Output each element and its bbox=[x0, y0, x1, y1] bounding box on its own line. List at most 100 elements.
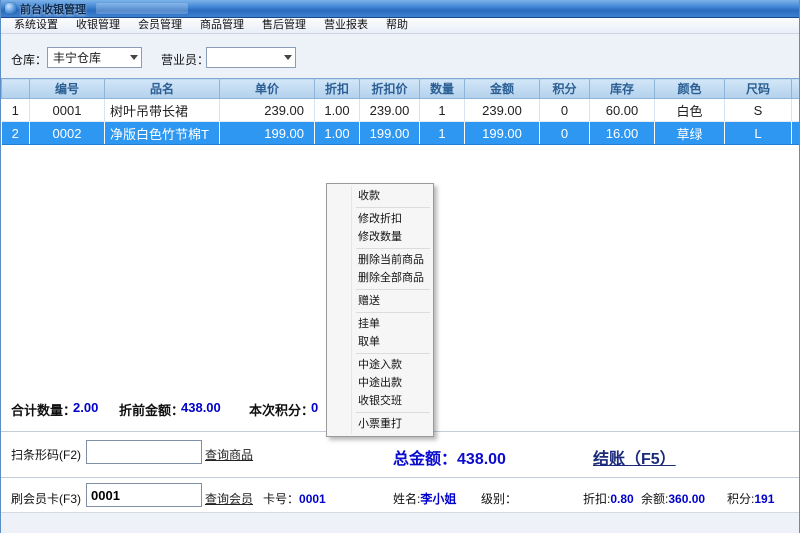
col-stock[interactable]: 库存 bbox=[590, 79, 655, 99]
menu-item-retrieve-order[interactable]: 取单 bbox=[328, 333, 432, 351]
table-row[interactable]: 1 0001 树叶吊带长裙 239.00 1.00 239.00 1 239.0… bbox=[2, 99, 800, 122]
total-qty-label: 合计数量： bbox=[11, 400, 76, 419]
menu-item-receive-payment[interactable]: 收款 bbox=[328, 187, 432, 205]
col-rownum[interactable] bbox=[2, 79, 30, 99]
menu-item-shift-change[interactable]: 收银交班 bbox=[328, 392, 432, 410]
col-code[interactable]: 编号 bbox=[30, 79, 105, 99]
menu-item-cash-in[interactable]: 中途入款 bbox=[328, 356, 432, 374]
menu-item-reprint-receipt[interactable]: 小票重打 bbox=[328, 415, 432, 433]
col-points[interactable]: 积分 bbox=[540, 79, 590, 99]
card-no-label: 卡号： bbox=[263, 492, 299, 506]
clerk-label: 营业员： bbox=[161, 51, 209, 68]
cell-code: 0002 bbox=[30, 122, 105, 145]
menu-separator bbox=[356, 207, 430, 208]
menu-product-management[interactable]: 商品管理 bbox=[191, 18, 253, 33]
member-balance-value: 360.00 bbox=[668, 492, 705, 506]
grand-total-value: 438.00 bbox=[457, 451, 506, 468]
menu-item-delete-all-products[interactable]: 删除全部商品 bbox=[328, 269, 432, 287]
context-menu: 收款 修改折扣 修改数量 删除当前商品 删除全部商品 赠送 挂单 取单 中途入款… bbox=[326, 183, 434, 437]
cell-amount: 239.00 bbox=[465, 99, 540, 122]
menu-item-modify-quantity[interactable]: 修改数量 bbox=[328, 228, 432, 246]
warehouse-select[interactable]: 丰宁仓库 bbox=[47, 47, 142, 68]
barcode-input[interactable] bbox=[86, 440, 202, 464]
cell-points: 0 bbox=[540, 122, 590, 145]
cell-qty: 1 bbox=[420, 122, 465, 145]
member-points-field: 积分:191 bbox=[727, 490, 774, 507]
barcode-label: 扫条形码(F2) bbox=[11, 446, 81, 463]
member-card-label: 刷会员卡(F3) bbox=[11, 490, 81, 507]
menu-item-delete-current-product[interactable]: 删除当前商品 bbox=[328, 251, 432, 269]
col-qty[interactable]: 数量 bbox=[420, 79, 465, 99]
menu-cashier-management[interactable]: 收银管理 bbox=[67, 18, 129, 33]
table-row-selected[interactable]: 2 0002 净版白色竹节棉T 199.00 1.00 199.00 1 199… bbox=[2, 122, 800, 145]
cell-color: 草绿 bbox=[655, 122, 725, 145]
chevron-down-icon bbox=[284, 55, 292, 60]
cell-size: L bbox=[725, 122, 792, 145]
menu-system-settings[interactable]: 系统设置 bbox=[5, 18, 67, 33]
pre-discount-label: 折前金额： bbox=[119, 400, 184, 419]
menu-member-management[interactable]: 会员管理 bbox=[129, 18, 191, 33]
title-bar[interactable]: 前台收银管理 bbox=[1, 0, 799, 18]
menu-item-hold-order[interactable]: 挂单 bbox=[328, 315, 432, 333]
col-discount-price[interactable]: 折扣价 bbox=[360, 79, 420, 99]
cell-stock: 60.00 bbox=[590, 99, 655, 122]
col-size[interactable]: 尺码 bbox=[725, 79, 792, 99]
cell-discount: 1.00 bbox=[315, 122, 360, 145]
member-name-label: 姓名: bbox=[393, 492, 420, 506]
member-points-value: 191 bbox=[754, 492, 774, 506]
cell-color: 白色 bbox=[655, 99, 725, 122]
col-amount[interactable]: 金额 bbox=[465, 79, 540, 99]
card-no-field: 卡号：0001 bbox=[263, 490, 326, 507]
col-discount[interactable]: 折扣 bbox=[315, 79, 360, 99]
app-icon bbox=[5, 3, 16, 14]
clerk-select[interactable] bbox=[206, 47, 296, 68]
warehouse-selected-value: 丰宁仓库 bbox=[53, 49, 101, 66]
menu-item-cash-out[interactable]: 中途出款 bbox=[328, 374, 432, 392]
cell-points: 0 bbox=[540, 99, 590, 122]
cell-price: 239.00 bbox=[220, 99, 315, 122]
member-name-value: 李小姐 bbox=[420, 492, 456, 506]
member-name-field: 姓名:李小姐 bbox=[393, 490, 456, 507]
cell-code: 0001 bbox=[30, 99, 105, 122]
col-filler bbox=[792, 79, 800, 99]
member-card-input[interactable] bbox=[86, 483, 202, 507]
checkout-button[interactable]: 结账（F5） bbox=[593, 445, 676, 469]
member-discount-field: 折扣:0.80 bbox=[583, 490, 634, 507]
chevron-down-icon bbox=[130, 55, 138, 60]
status-bar bbox=[1, 512, 799, 533]
table-header-row: 编号 品名 单价 折扣 折扣价 数量 金额 积分 库存 颜色 尺码 bbox=[2, 79, 800, 99]
col-price[interactable]: 单价 bbox=[220, 79, 315, 99]
window-title: 前台收银管理 bbox=[20, 1, 86, 17]
warehouse-label: 仓库： bbox=[11, 51, 47, 68]
pre-discount-value: 438.00 bbox=[181, 400, 221, 415]
menu-separator bbox=[356, 248, 430, 249]
menu-separator bbox=[356, 289, 430, 290]
menu-item-gift[interactable]: 赠送 bbox=[328, 292, 432, 310]
grand-total-label: 总金额： bbox=[393, 451, 457, 468]
menu-business-reports[interactable]: 营业报表 bbox=[315, 18, 377, 33]
member-level-label: 级别： bbox=[481, 492, 517, 506]
cell-discount-price: 239.00 bbox=[360, 99, 420, 122]
search-product-link[interactable]: 查询商品 bbox=[205, 446, 253, 463]
app-window: 前台收银管理 系统设置 收银管理 会员管理 商品管理 售后管理 营业报表 帮助 … bbox=[0, 0, 800, 533]
session-points-value: 0 bbox=[311, 400, 318, 415]
col-name[interactable]: 品名 bbox=[105, 79, 220, 99]
title-redacted-area bbox=[96, 3, 188, 14]
member-balance-field: 余额:360.00 bbox=[641, 490, 705, 507]
cell-size: S bbox=[725, 99, 792, 122]
menu-aftersales-management[interactable]: 售后管理 bbox=[253, 18, 315, 33]
cell-rownum: 1 bbox=[2, 99, 30, 122]
product-table: 编号 品名 单价 折扣 折扣价 数量 金额 积分 库存 颜色 尺码 1 0001… bbox=[1, 78, 800, 145]
cell-discount-price: 199.00 bbox=[360, 122, 420, 145]
menu-bar: 系统设置 收银管理 会员管理 商品管理 售后管理 营业报表 帮助 bbox=[1, 18, 799, 34]
member-discount-value: 0.80 bbox=[610, 492, 633, 506]
member-balance-label: 余额: bbox=[641, 492, 668, 506]
col-color[interactable]: 颜色 bbox=[655, 79, 725, 99]
menu-item-modify-discount[interactable]: 修改折扣 bbox=[328, 210, 432, 228]
cell-name: 树叶吊带长裙 bbox=[105, 99, 220, 122]
member-level-field: 级别： bbox=[481, 490, 517, 507]
menu-help[interactable]: 帮助 bbox=[377, 18, 417, 33]
member-points-label: 积分: bbox=[727, 492, 754, 506]
total-qty-value: 2.00 bbox=[73, 400, 98, 415]
search-member-link[interactable]: 查询会员 bbox=[205, 490, 253, 507]
